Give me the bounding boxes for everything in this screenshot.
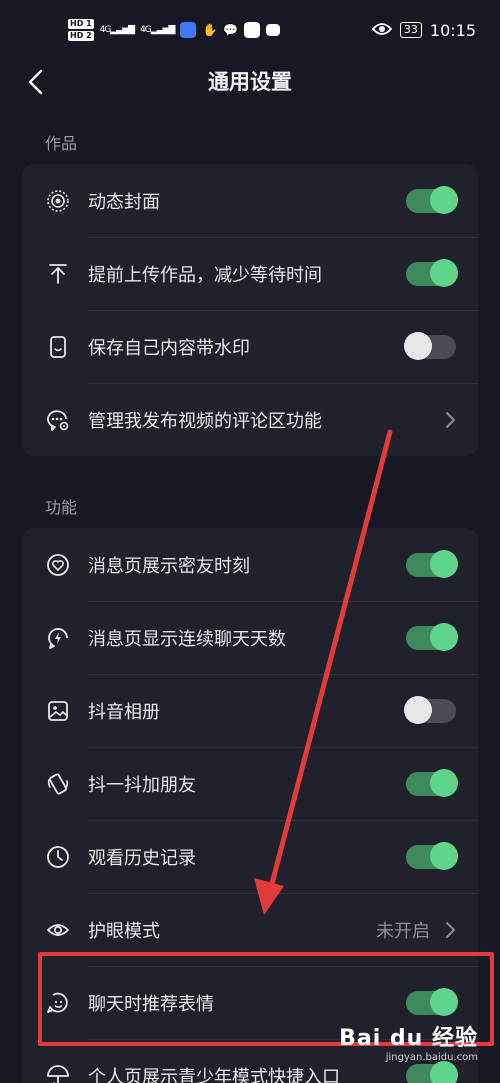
signal-2-icon: 4G▂▃▅▇ [140,25,175,35]
watermark-brand: Bai du 经验 [339,1026,478,1051]
douyin-album-toggle[interactable] [404,695,456,724]
chat-streak-days-toggle[interactable] [406,622,458,651]
row-label: 提前上传作品，减少等待时间 [88,264,322,286]
chevron-right-icon [446,411,455,428]
section-label-works: 作品 [45,134,78,153]
row-label: 抖一抖加朋友 [88,774,196,796]
eye-icon [46,918,70,942]
row-label: 消息页展示密友时刻 [88,555,250,577]
eye-protection-status: 未开启 [376,920,430,942]
flag-app-icon [244,22,261,38]
save-watermark-toggle[interactable] [404,331,456,360]
watermark-url: jingyan.baidu.com [385,1052,478,1063]
close-friend-moments-toggle[interactable] [406,549,458,578]
signal-1-icon: 4G▂▃▅▇ [99,25,135,35]
row-live-cover[interactable]: 动态封面 [22,164,478,237]
row-label: 管理我发布视频的评论区功能 [88,410,322,432]
mail-app-icon [266,24,281,36]
top-bar: 通用设置 [0,60,500,104]
back-button[interactable] [20,62,50,102]
row-pre-upload[interactable]: 提前上传作品，减少等待时间 [22,237,478,310]
umbrella-icon [46,1064,70,1083]
status-bar: HD 1 HD 2 4G▂▃▅▇ 4G▂▃▅▇ ✋ 💬 33 10:15 [0,0,500,60]
row-label: 消息页显示连续聊天天数 [88,628,286,650]
baidu-watermark: Bai du 经验 jingyan.baidu.com [339,1020,478,1063]
row-shake-add-friends[interactable]: 抖一抖加朋友 [22,747,478,820]
live-cover-toggle[interactable] [406,185,458,214]
row-label: 护眼模式 [88,920,160,942]
flame-bubble-icon [46,626,70,650]
row-eye-protection[interactable]: 护眼模式 未开启 [22,893,478,966]
hand-app-icon: ✋ [202,23,218,37]
watch-history-toggle[interactable] [406,841,458,870]
shake-add-friends-toggle[interactable] [406,768,458,797]
row-comment-settings[interactable]: 管理我发布视频的评论区功能 [22,383,478,456]
row-close-friend-moments[interactable]: 消息页展示密友时刻 [22,528,478,601]
emoji-bubble-icon [46,991,70,1015]
pre-upload-toggle[interactable] [406,258,458,287]
row-chat-streak-days[interactable]: 消息页显示连续聊天天数 [22,601,478,674]
row-label: 聊天时推荐表情 [88,993,214,1015]
chat-emoji-suggest-toggle[interactable] [406,987,458,1016]
upload-icon [46,262,70,286]
row-label: 抖音相册 [88,701,160,723]
hd-indicator: HD 1 HD 2 [68,19,94,41]
photo-album-icon [46,699,70,723]
chevron-right-icon [446,921,455,938]
heart-circle-icon [46,553,70,577]
features-settings-card: 消息页展示密友时刻 消息页显示连续聊天天数 抖音相册 抖一抖加朋友 观看历史记录 [22,528,478,1083]
row-save-watermark[interactable]: 保存自己内容带水印 [22,310,478,383]
chevron-left-icon [28,69,43,95]
clock-time: 10:15 [429,20,476,40]
row-label: 保存自己内容带水印 [88,337,250,359]
live-cover-icon [46,189,70,213]
battery-icon: 33 [399,22,422,38]
works-settings-card: 动态封面 提前上传作品，减少等待时间 保存自己内容带水印 管理我发布视频的评论区… [22,164,478,456]
row-label: 动态封面 [88,191,160,213]
row-label: 个人页展示青少年模式快捷入口 [88,1066,340,1083]
row-douyin-album[interactable]: 抖音相册 [22,674,478,747]
chat-app-icon: 💬 [223,23,239,37]
section-label-features: 功能 [45,498,78,517]
clock-icon [46,845,70,869]
teen-mode-shortcut-toggle[interactable] [406,1060,458,1083]
shake-phone-icon [46,772,70,796]
row-watch-history[interactable]: 观看历史记录 [22,820,478,893]
page-title: 通用设置 [208,70,292,94]
phone-watermark-icon [46,335,70,359]
eye-status-icon [371,22,393,39]
comment-settings-icon [46,408,70,432]
row-label: 观看历史记录 [88,847,196,869]
shield-app-icon [180,22,197,38]
